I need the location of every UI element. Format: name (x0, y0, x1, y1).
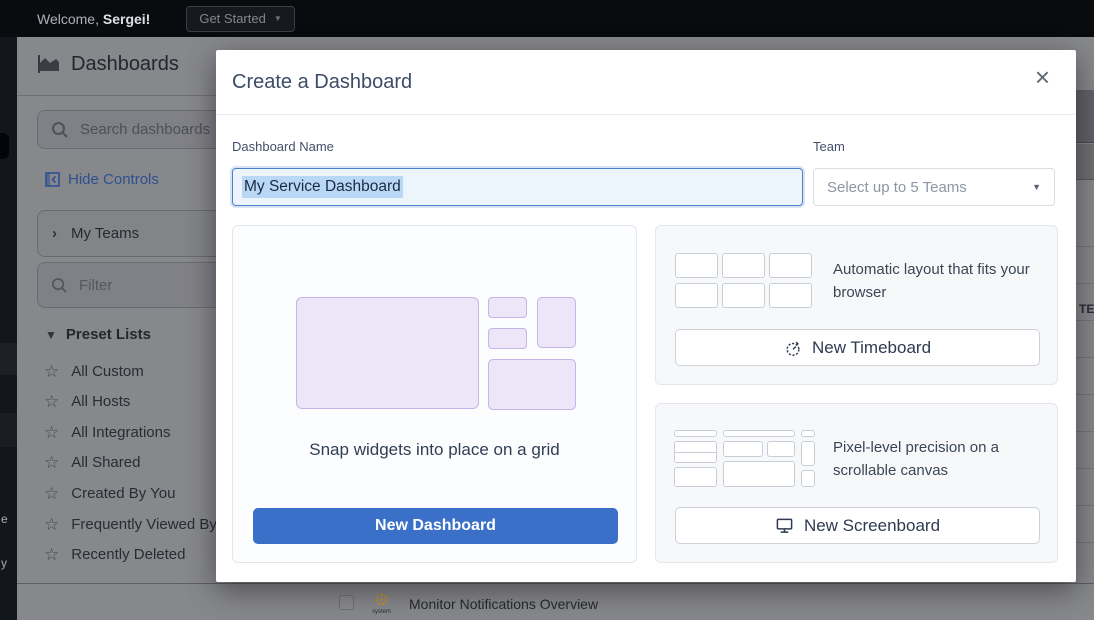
new-screenboard-button[interactable]: New Screenboard (675, 507, 1040, 544)
active-nav-indicator (0, 133, 9, 159)
welcome-text: Welcome, Sergei! (37, 11, 150, 27)
user-name: Sergei! (103, 11, 150, 27)
modal-header: Create a Dashboard × (216, 50, 1076, 115)
nav-label-fragment: y (1, 556, 7, 570)
system-icon-group: system (372, 591, 391, 615)
chevron-right-icon: › (52, 225, 57, 242)
team-select[interactable]: Select up to 5 Teams ▼ (813, 168, 1055, 206)
screenboard-caption: Pixel-level precision on a scrollable ca… (833, 437, 1045, 482)
chevron-down-icon: ▼ (274, 14, 282, 23)
search-icon (51, 121, 69, 139)
star-icon[interactable]: ☆ (44, 454, 59, 471)
integration-name: system (372, 609, 391, 615)
monitor-icon (775, 517, 794, 535)
dashboard-list-row[interactable]: system Monitor Notifications Overview (339, 588, 598, 615)
page-title: Dashboards (37, 53, 179, 76)
grid-dashboard-card: Snap widgets into place on a grid New Da… (232, 225, 637, 563)
star-icon[interactable]: ☆ (44, 485, 59, 502)
timeboard-card: Automatic layout that fits your browser … (655, 225, 1058, 385)
new-dashboard-button[interactable]: New Dashboard (253, 508, 618, 544)
star-icon[interactable]: ☆ (44, 516, 59, 533)
collapse-panel-icon (45, 172, 60, 187)
search-icon (51, 277, 68, 294)
dashboard-row-title: Monitor Notifications Overview (409, 596, 598, 612)
star-icon[interactable]: ☆ (44, 546, 59, 563)
gear-icon (373, 591, 390, 608)
grid-card-caption: Snap widgets into place on a grid (233, 440, 636, 460)
star-icon[interactable]: ☆ (44, 363, 59, 380)
screenboard-card: Pixel-level precision on a scrollable ca… (655, 403, 1058, 563)
team-select-placeholder: Select up to 5 Teams (827, 179, 1032, 196)
team-label: Team (813, 139, 845, 154)
dashboard-name-input[interactable]: My Service Dashboard (232, 168, 803, 206)
dashboard-name-label: Dashboard Name (232, 139, 334, 154)
nav-item-fragment (0, 343, 17, 375)
create-dashboard-modal: Create a Dashboard × Dashboard Name My S… (216, 50, 1076, 582)
dashboards-icon (37, 54, 61, 75)
star-icon[interactable]: ☆ (44, 424, 59, 441)
selected-input-text: My Service Dashboard (242, 176, 403, 198)
row-checkbox[interactable] (339, 595, 354, 610)
search-placeholder: Search dashboards (80, 121, 210, 138)
top-bar: Welcome, Sergei! Get Started ▼ (0, 0, 1094, 37)
table-column-header-fragment: TE (1079, 302, 1094, 316)
stopwatch-icon (784, 339, 802, 357)
modal-title: Create a Dashboard (232, 71, 412, 94)
filter-placeholder: Filter (79, 277, 112, 294)
star-icon[interactable]: ☆ (44, 393, 59, 410)
hide-controls-link[interactable]: Hide Controls (45, 171, 159, 188)
chevron-down-icon: ▼ (1032, 182, 1041, 192)
get-started-button[interactable]: Get Started ▼ (186, 6, 294, 32)
timeboard-caption: Automatic layout that fits your browser (833, 259, 1045, 304)
preset-lists-toggle[interactable]: ▼ Preset Lists (45, 326, 151, 343)
chevron-down-icon: ▼ (45, 328, 57, 342)
left-nav-rail: e y (0, 37, 17, 620)
divider (17, 583, 1094, 584)
nav-label-fragment: e (1, 512, 8, 526)
close-icon[interactable]: × (1035, 64, 1050, 90)
new-timeboard-button[interactable]: New Timeboard (675, 329, 1040, 366)
nav-item-fragment (0, 413, 17, 447)
